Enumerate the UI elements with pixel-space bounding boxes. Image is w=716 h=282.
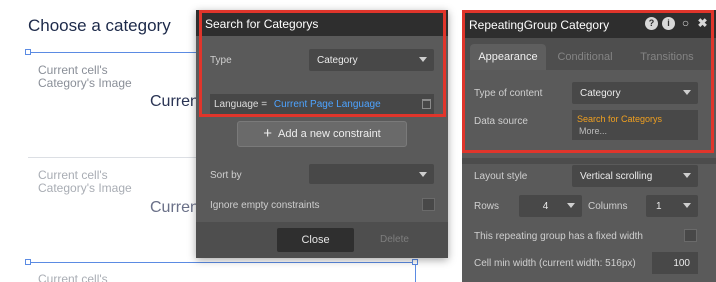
min-width-label: Cell min width (current width: 516px) [474, 258, 636, 269]
highlight-box [199, 10, 446, 117]
columns-value: 1 [656, 201, 662, 212]
resize-handle[interactable] [412, 259, 418, 265]
ignore-empty-label: Ignore empty constraints [210, 200, 320, 211]
section-separator [462, 158, 716, 164]
selection-top-border [28, 52, 198, 53]
columns-label: Columns [588, 201, 628, 212]
sort-dropdown[interactable] [309, 164, 434, 184]
cell-image-label[interactable]: Current cell's Category's Image [38, 64, 148, 90]
add-constraint-button[interactable]: + Add a new constraint [237, 121, 407, 147]
cell-name-label[interactable]: Curren [150, 93, 199, 111]
rows-value: 4 [542, 201, 549, 212]
selection-right-border [415, 262, 416, 282]
layout-style-label: Layout style [474, 171, 528, 182]
search-popup-footer: Close Delete [196, 222, 448, 258]
chevron-down-icon [683, 203, 691, 208]
search-editor-popup: Search for Categorys Type Category Langu… [196, 10, 448, 258]
selection-border [198, 262, 415, 263]
selection-border [28, 262, 198, 263]
chevron-down-icon [419, 172, 427, 177]
resize-handle[interactable] [25, 259, 31, 265]
resize-handle[interactable] [25, 49, 31, 55]
fixed-width-label: This repeating group has a fixed width [474, 231, 643, 242]
sort-label: Sort by [210, 170, 242, 181]
delete-button[interactable]: Delete [380, 234, 409, 245]
chevron-down-icon [683, 173, 691, 178]
properties-panel: RepeatingGroup Category ? i ○ ✖ Appearan… [462, 10, 716, 282]
highlight-box [462, 10, 714, 153]
chevron-down-icon [567, 203, 575, 208]
layout-style-dropdown[interactable]: Vertical scrolling [572, 165, 698, 187]
add-constraint-label: Add a new constraint [278, 128, 381, 140]
columns-dropdown[interactable]: 1 [646, 195, 698, 217]
plus-icon: + [263, 125, 273, 142]
cell-image-label[interactable]: Current cell's [38, 273, 148, 282]
page-title: Choose a category [28, 16, 171, 35]
min-width-input[interactable]: 100 [652, 252, 698, 274]
cell-image-label[interactable]: Current cell's Category's Image [38, 169, 148, 195]
cell-name-label[interactable]: Curren [150, 199, 199, 217]
ignore-empty-checkbox[interactable] [422, 198, 435, 211]
close-button[interactable]: Close [277, 228, 354, 252]
layout-style-value: Vertical scrolling [580, 171, 653, 182]
fixed-width-checkbox[interactable] [684, 229, 697, 242]
rows-label: Rows [474, 201, 500, 212]
rows-dropdown[interactable]: 4 [519, 195, 582, 217]
cell-divider [28, 157, 198, 158]
